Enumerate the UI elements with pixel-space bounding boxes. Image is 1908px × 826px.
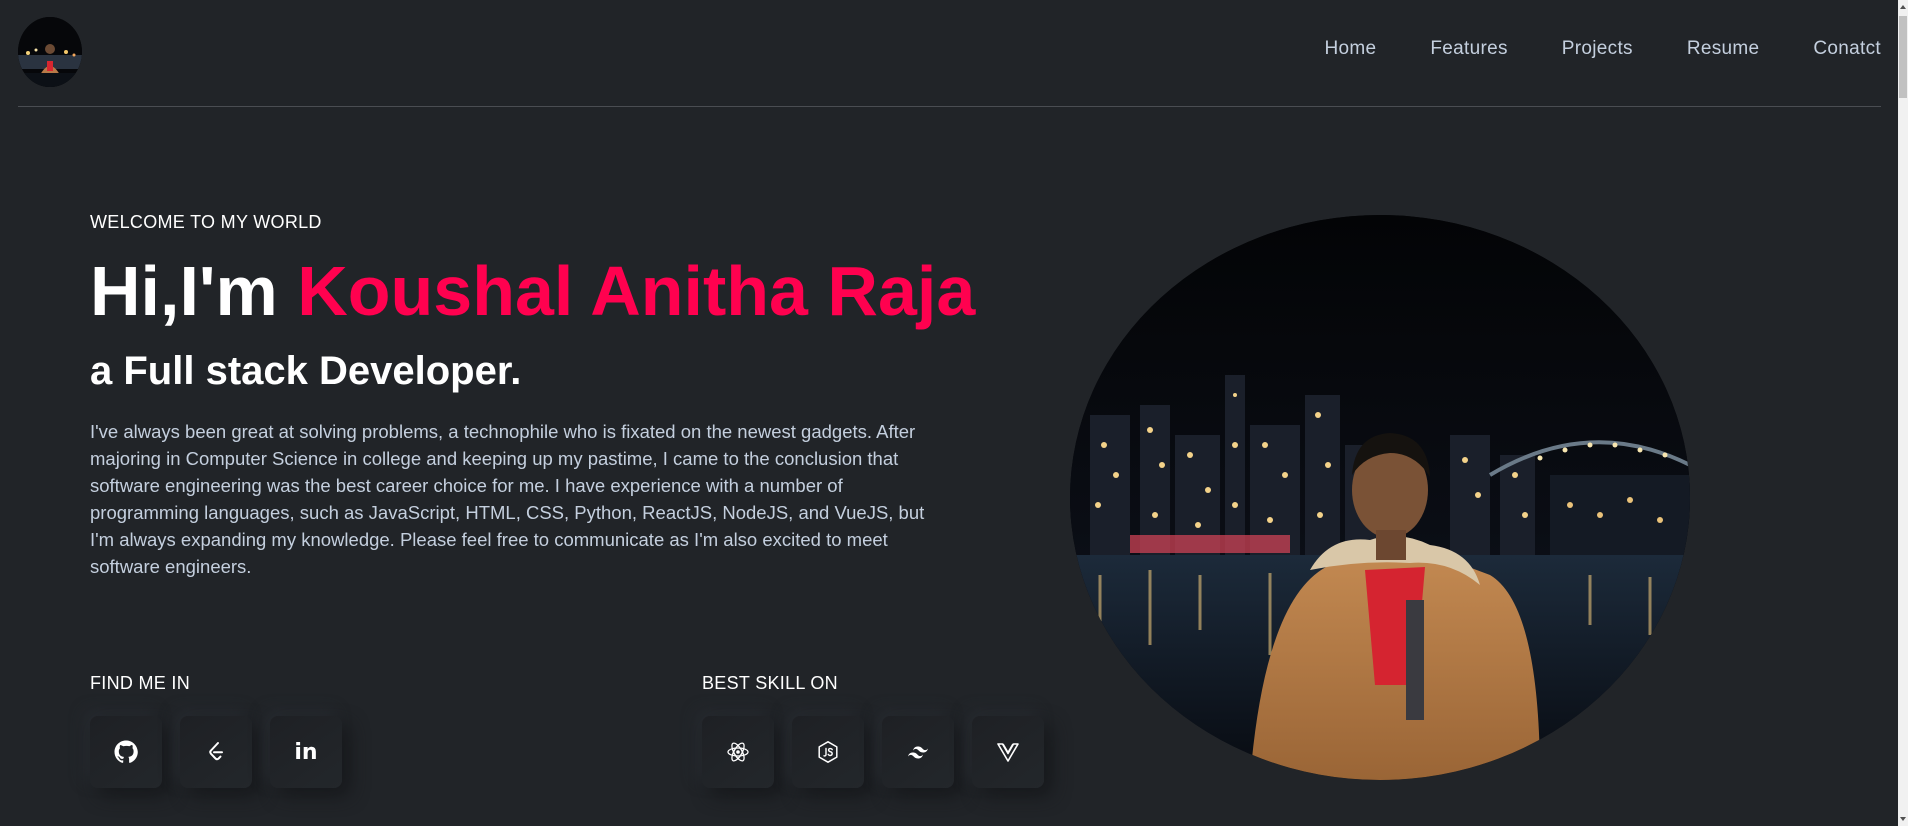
nodejs-skill-button[interactable] bbox=[792, 716, 864, 788]
hero-role: a Full stack Developer. bbox=[90, 348, 522, 393]
skill-icons bbox=[702, 716, 1044, 788]
hero-intro: WELCOME TO MY WORLD Hi,I'm Koushal Anith… bbox=[90, 212, 975, 580]
avatar-photo-icon bbox=[18, 17, 82, 87]
hero-bio: I've always been great at solving proble… bbox=[90, 420, 925, 577]
hero-name: Koushal Anitha Raja bbox=[297, 252, 976, 330]
navbar: Home Features Projects Resume Conatct bbox=[18, 0, 1881, 107]
hero-headline: Hi,I'm Koushal Anitha Raja bbox=[90, 252, 975, 330]
portrait-photo-icon bbox=[1070, 215, 1690, 780]
nodejs-icon bbox=[818, 741, 838, 763]
linkedin-button[interactable]: in bbox=[270, 716, 342, 788]
scroll-down-icon[interactable] bbox=[1900, 817, 1906, 821]
greeting-text: Hi,I'm bbox=[90, 252, 298, 330]
nav-home[interactable]: Home bbox=[1325, 38, 1377, 60]
nav-contact[interactable]: Conatct bbox=[1813, 38, 1881, 60]
portfolio-page: Home Features Projects Resume Conatct WE… bbox=[0, 0, 1908, 826]
tailwind-icon bbox=[908, 746, 928, 759]
social-icons: in bbox=[90, 716, 342, 788]
logo-avatar[interactable] bbox=[18, 17, 82, 87]
scrollbar-thumb[interactable] bbox=[1899, 16, 1907, 98]
leetcode-icon bbox=[209, 742, 223, 761]
hero-portrait bbox=[1070, 215, 1690, 780]
nav-resume[interactable]: Resume bbox=[1687, 38, 1760, 60]
github-icon bbox=[114, 740, 138, 763]
find-me-section: FIND ME IN in bbox=[90, 673, 342, 788]
leetcode-button[interactable] bbox=[180, 716, 252, 788]
best-skill-section: BEST SKILL ON bbox=[702, 673, 1044, 788]
find-me-label: FIND ME IN bbox=[90, 673, 190, 693]
linkedin-icon: in bbox=[294, 739, 318, 765]
best-skill-label: BEST SKILL ON bbox=[702, 673, 838, 693]
vue-icon bbox=[997, 743, 1019, 762]
nav-menu: Home Features Projects Resume Conatct bbox=[1325, 38, 1881, 60]
welcome-label: WELCOME TO MY WORLD bbox=[90, 212, 322, 232]
page-scrollbar[interactable] bbox=[1898, 0, 1908, 826]
react-icon bbox=[727, 742, 749, 762]
scroll-up-icon[interactable] bbox=[1900, 5, 1906, 9]
vue-skill-button[interactable] bbox=[972, 716, 1044, 788]
nav-projects[interactable]: Projects bbox=[1562, 38, 1633, 60]
nav-features[interactable]: Features bbox=[1430, 38, 1507, 60]
github-button[interactable] bbox=[90, 716, 162, 788]
tailwind-skill-button[interactable] bbox=[882, 716, 954, 788]
react-skill-button[interactable] bbox=[702, 716, 774, 788]
